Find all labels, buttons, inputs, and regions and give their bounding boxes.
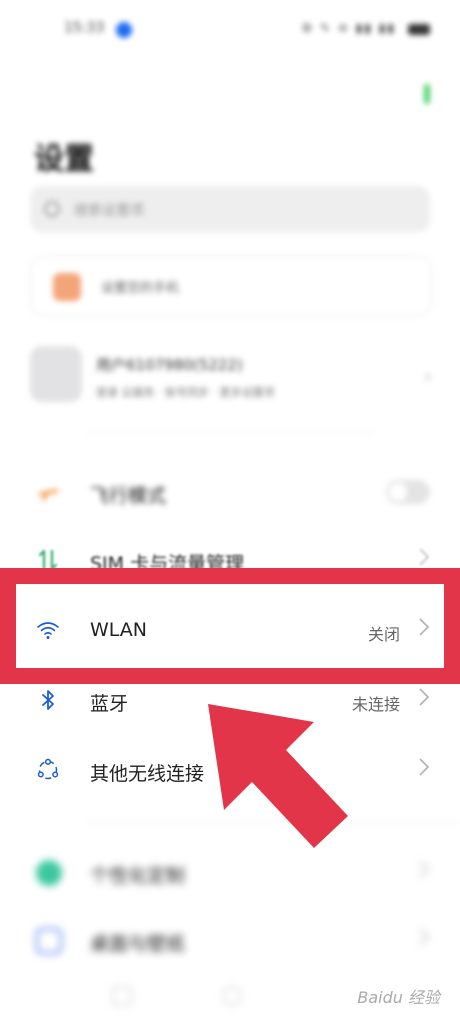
setup-card-text: 设置您的手机	[101, 281, 180, 296]
bluetooth-icon	[42, 690, 54, 710]
chevron-right-icon	[419, 860, 430, 878]
desktop-label: 桌面与壁纸	[90, 933, 186, 955]
account-name: 用户6107980(5222)	[96, 356, 243, 374]
airplane-icon	[38, 489, 58, 501]
chevron-right-icon	[419, 548, 430, 566]
home-icon[interactable]	[222, 986, 242, 1006]
battery-icon	[408, 24, 430, 35]
airplane-mode-toggle[interactable]	[386, 480, 430, 504]
palette-icon	[36, 860, 62, 886]
chevron-right-icon	[419, 688, 430, 706]
page-title: 设置	[34, 142, 94, 177]
green-indicator	[424, 84, 430, 104]
watermark: Baidu 经验	[357, 988, 440, 1007]
search-placeholder: 搜索设置项	[74, 203, 144, 219]
notification-dot-icon	[116, 22, 132, 38]
airplane-mode-label: 飞行模式	[90, 485, 167, 507]
connections-icon	[37, 758, 59, 780]
account-row[interactable]: 用户6107980(5222) 登录 云服务 · 账号同步 · 更多设置项 ›	[30, 340, 450, 414]
personalize-row[interactable]: 个性化定制	[0, 838, 460, 906]
recent-apps-icon[interactable]	[112, 986, 132, 1006]
personalize-label: 个性化定制	[90, 865, 186, 887]
other-wireless-label: 其他无线连接	[90, 763, 205, 785]
status-time: 15:33	[64, 20, 105, 36]
status-icons: ⚙ ✎ ≋ ▮▮ ▮▮	[301, 21, 396, 35]
chevron-right-icon: ›	[424, 364, 432, 388]
search-icon	[44, 201, 60, 217]
status-bar: 15:33 ⚙ ✎ ≋ ▮▮ ▮▮	[0, 0, 460, 60]
divider	[86, 822, 460, 823]
search-input[interactable]: 搜索设置项	[30, 186, 430, 232]
bluetooth-label: 蓝牙	[90, 693, 129, 715]
airplane-mode-row[interactable]: 飞行模式	[0, 458, 460, 526]
desktop-row[interactable]: 桌面与壁纸	[0, 906, 460, 974]
desktop-icon	[36, 928, 62, 954]
divider	[86, 432, 376, 433]
account-subtitle: 登录 云服务 · 账号同步 · 更多设置项	[96, 386, 275, 399]
other-wireless-row[interactable]: 其他无线连接	[0, 736, 460, 804]
chevron-right-icon	[419, 928, 430, 946]
setup-icon	[53, 273, 81, 301]
setup-phone-card[interactable]: 设置您的手机	[30, 256, 432, 316]
bluetooth-row[interactable]: 蓝牙 未连接	[0, 666, 460, 734]
bluetooth-status: 未连接	[351, 695, 400, 714]
chevron-right-icon	[419, 758, 430, 776]
avatar	[30, 346, 82, 402]
